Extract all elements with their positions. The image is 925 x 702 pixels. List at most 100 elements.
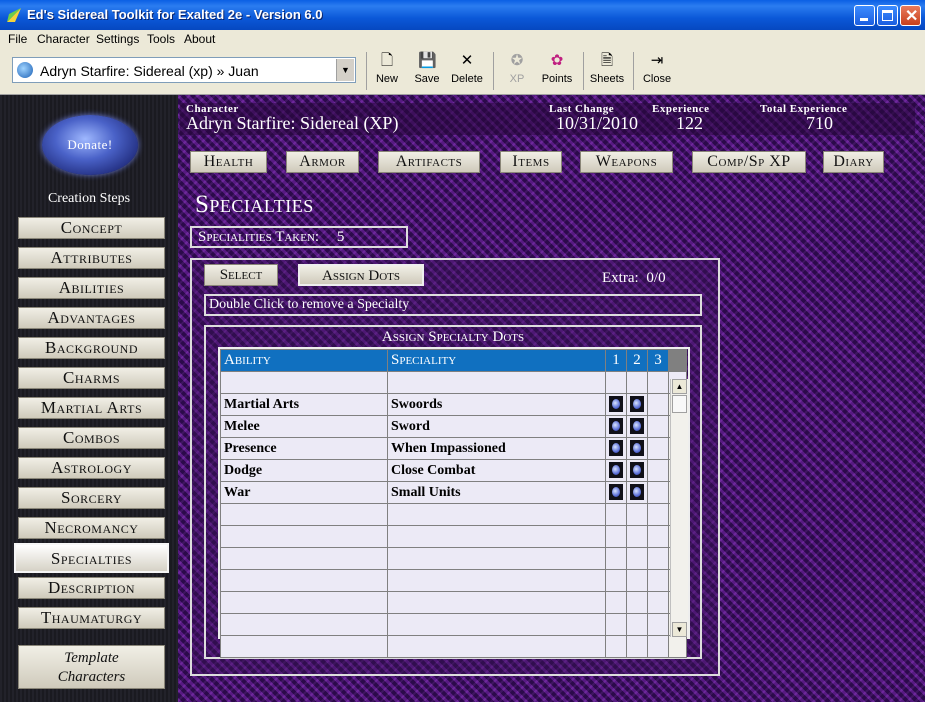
table-row[interactable]: Presence When Impassioned	[220, 437, 687, 460]
app-logo-icon	[7, 8, 21, 22]
specialty-dot-icon[interactable]	[609, 484, 623, 501]
sidebar-item-abilities[interactable]: Abilities	[18, 277, 165, 299]
dot-cell-1[interactable]	[605, 437, 627, 460]
table-row[interactable]: War Small Units	[220, 481, 687, 504]
scroll-up-icon[interactable]: ▲	[672, 379, 687, 394]
table-row-empty[interactable]	[220, 591, 687, 614]
chevron-down-icon[interactable]: ▼	[336, 59, 354, 81]
sidebar-item-background[interactable]: Background	[18, 337, 165, 359]
scroll-thumb[interactable]	[672, 395, 687, 413]
table-row-empty[interactable]	[220, 547, 687, 570]
delete-button[interactable]: ✕ Delete	[450, 52, 484, 85]
specialty-dot-icon[interactable]	[609, 396, 623, 413]
col-dot-3[interactable]: 3	[647, 349, 669, 372]
points-button[interactable]: ✿ Points	[540, 52, 574, 85]
dot-cell-1[interactable]	[605, 393, 627, 416]
scroll-down-icon[interactable]: ▼	[672, 622, 687, 637]
specialty-dot-icon[interactable]	[609, 440, 623, 457]
character-select[interactable]: Adryn Starfire: Sidereal (xp) » Juan ▼	[12, 57, 356, 83]
menu-tools[interactable]: Tools	[147, 32, 175, 46]
table-row[interactable]: Dodge Close Combat	[220, 459, 687, 482]
donate-button[interactable]: Donate!	[42, 115, 138, 175]
sidebar-item-thaumaturgy[interactable]: Thaumaturgy	[18, 607, 165, 629]
dot-cell-3[interactable]	[647, 393, 669, 416]
template-characters-button[interactable]: Template Characters	[18, 645, 165, 689]
sidebar-item-sorcery[interactable]: Sorcery	[18, 487, 165, 509]
table-row-empty[interactable]	[220, 635, 687, 658]
col-dot-2[interactable]: 2	[626, 349, 648, 372]
ability-cell: Dodge	[220, 459, 388, 482]
specialty-grid[interactable]: Ability Speciality 1 2 3 Martial Arts Swo…	[218, 347, 690, 658]
specialty-dot-icon[interactable]	[630, 484, 644, 501]
specialty-dot-icon[interactable]	[630, 440, 644, 457]
sidebar-item-martial-arts[interactable]: Martial Arts	[18, 397, 165, 419]
sidebar-item-specialties[interactable]: Specialties	[14, 543, 169, 573]
save-button[interactable]: 💾 Save	[413, 52, 441, 85]
dot-cell-1[interactable]	[605, 415, 627, 438]
header-corner	[668, 349, 687, 372]
tab-armor[interactable]: Armor	[286, 151, 359, 173]
specialty-dot-icon[interactable]	[630, 418, 644, 435]
col-ability[interactable]: Ability	[220, 349, 388, 372]
specialty-dot-icon[interactable]	[609, 418, 623, 435]
maximize-button[interactable]	[877, 5, 898, 26]
tab-diary[interactable]: Diary	[823, 151, 884, 173]
dot-cell-3[interactable]	[647, 459, 669, 482]
sidebar-item-attributes[interactable]: Attributes	[18, 247, 165, 269]
sidebar-item-astrology[interactable]: Astrology	[18, 457, 165, 479]
tab-comp-sp-xp[interactable]: Comp/Sp XP	[692, 151, 806, 173]
dot-cell-2[interactable]	[626, 393, 648, 416]
sidebar-item-advantages[interactable]: Advantages	[18, 307, 165, 329]
table-row-empty[interactable]	[220, 503, 687, 526]
tab-health[interactable]: Health	[190, 151, 267, 173]
dot-cell-1[interactable]	[605, 459, 627, 482]
minimize-button[interactable]	[854, 5, 875, 26]
dot-cell-3[interactable]	[647, 481, 669, 504]
close-button[interactable]: ⇥ Close	[642, 52, 672, 85]
specialty-dot-icon[interactable]	[630, 396, 644, 413]
menu-character[interactable]: Character	[37, 32, 90, 46]
close-window-button[interactable]: ✕	[900, 5, 921, 26]
table-row-empty[interactable]	[220, 525, 687, 548]
dot-cell-2[interactable]	[626, 437, 648, 460]
table-row[interactable]: Melee Sword	[220, 415, 687, 438]
col-speciality[interactable]: Speciality	[387, 349, 606, 372]
dot-cell-2[interactable]	[626, 415, 648, 438]
tab-items[interactable]: Items	[500, 151, 562, 173]
table-row-empty[interactable]	[220, 569, 687, 592]
tab-artifacts[interactable]: Artifacts	[378, 151, 480, 173]
sidebar-item-necromancy[interactable]: Necromancy	[18, 517, 165, 539]
vertical-scrollbar[interactable]: ▲ ▼	[670, 379, 688, 637]
template-label-line1: Template	[64, 650, 119, 666]
menu-about[interactable]: About	[184, 32, 215, 46]
table-row[interactable]: Martial Arts Swoords	[220, 393, 687, 416]
col-dot-1[interactable]: 1	[605, 349, 627, 372]
tab-weapons[interactable]: Weapons	[580, 151, 673, 173]
dot-cell-1[interactable]	[605, 481, 627, 504]
last-change-value: 10/31/2010	[556, 113, 639, 133]
dot-cell-2	[626, 525, 648, 548]
dot-cell-2[interactable]	[626, 459, 648, 482]
sheets-button[interactable]: 🗎 Sheets	[589, 52, 625, 85]
donate-label: Donate!	[67, 137, 113, 152]
menu-settings[interactable]: Settings	[96, 32, 139, 46]
specialty-dot-icon[interactable]	[609, 462, 623, 479]
new-button[interactable]: 🗋 New	[374, 52, 400, 85]
sidebar-item-concept[interactable]: Concept	[18, 217, 165, 239]
character-value: Adryn Starfire: Sidereal (XP)	[186, 113, 399, 133]
sidebar-item-description[interactable]: Description	[18, 577, 165, 599]
menu-file[interactable]: File	[8, 32, 27, 46]
specialty-dot-icon[interactable]	[630, 462, 644, 479]
xp-button[interactable]: ✪ XP	[504, 52, 530, 85]
sidebar-item-charms[interactable]: Charms	[18, 367, 165, 389]
table-row-empty[interactable]	[220, 613, 687, 636]
sidebar-item-combos[interactable]: Combos	[18, 427, 165, 449]
dot-cell-2[interactable]	[626, 481, 648, 504]
title-bar[interactable]: Ed's Sidereal Toolkit for Exalted 2e - V…	[0, 0, 925, 30]
dot-cell-3[interactable]	[647, 415, 669, 438]
dot-cell-3	[647, 547, 669, 570]
dot-cell-3[interactable]	[647, 437, 669, 460]
points-icon: ✿	[550, 52, 564, 69]
select-button[interactable]: Select	[204, 264, 278, 286]
assign-dots-button[interactable]: Assign Dots	[298, 264, 424, 286]
